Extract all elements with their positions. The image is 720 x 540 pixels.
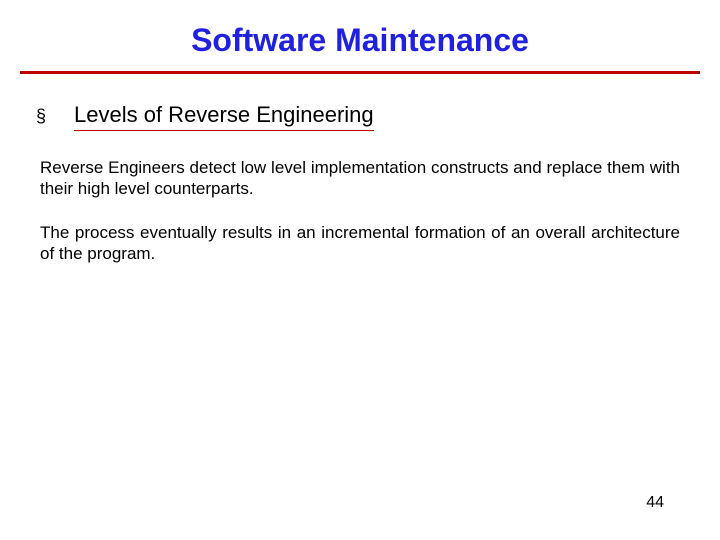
subheading: Levels of Reverse Engineering	[74, 102, 374, 131]
paragraph-1: Reverse Engineers detect low level imple…	[36, 157, 684, 200]
bullet-marker-icon: §	[36, 107, 46, 125]
slide-content: § Levels of Reverse Engineering Reverse …	[0, 74, 720, 264]
slide-title: Software Maintenance	[0, 0, 720, 71]
bullet-row: § Levels of Reverse Engineering	[36, 102, 684, 131]
page-number: 44	[646, 494, 664, 512]
paragraph-2: The process eventually results in an inc…	[36, 222, 684, 265]
